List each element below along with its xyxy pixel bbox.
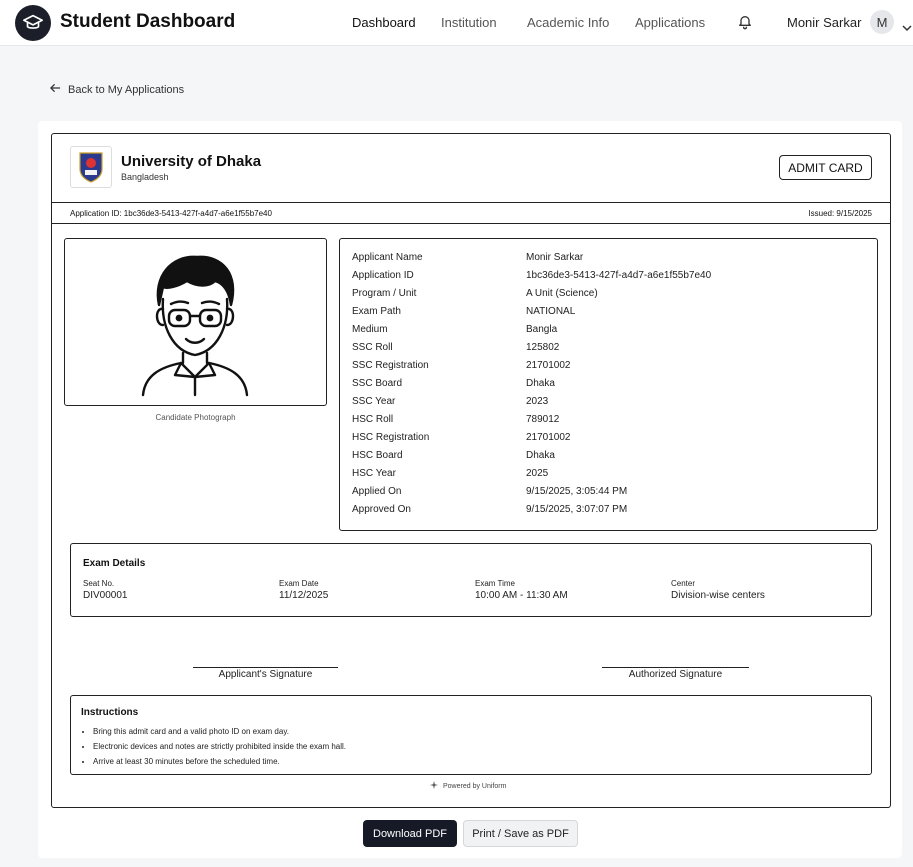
exam-field-value: Division-wise centers bbox=[671, 590, 765, 601]
exam-field-time: Exam Time 10:00 AM - 11:30 AM bbox=[475, 579, 568, 601]
applicant-details: Applicant Name Monir Sarkar Application I… bbox=[339, 238, 878, 531]
detail-label: Program / Unit bbox=[352, 288, 417, 299]
back-link-label: Back to My Applications bbox=[68, 83, 185, 96]
exam-details-title: Exam Details bbox=[83, 558, 146, 569]
detail-value: 9/15/2025, 3:05:44 PM bbox=[526, 486, 628, 497]
detail-label: HSC Board bbox=[352, 450, 403, 461]
instruction-item: Arrive at least 30 minutes before the sc… bbox=[93, 754, 346, 769]
detail-label: Exam Path bbox=[352, 306, 401, 317]
application-id-text: Application ID: 1bc36de3-5413-427f-a4d7-… bbox=[70, 209, 272, 218]
detail-value: 21701002 bbox=[526, 432, 571, 443]
detail-value: 2023 bbox=[526, 396, 549, 407]
instructions-box: Instructions Bring this admit card and a… bbox=[70, 695, 872, 775]
admit-card-badge: ADMIT CARD bbox=[779, 155, 872, 180]
exam-field-label: Exam Time bbox=[475, 579, 516, 588]
download-pdf-button[interactable]: Download PDF bbox=[363, 820, 457, 847]
detail-value: 125802 bbox=[526, 342, 560, 353]
nav-dashboard[interactable]: Dashboard bbox=[352, 15, 416, 30]
detail-value: Dhaka bbox=[526, 450, 555, 461]
detail-label: SSC Registration bbox=[352, 360, 429, 371]
powered-by-label: Powered by Uniform bbox=[443, 782, 507, 790]
avatar[interactable]: M bbox=[870, 10, 894, 34]
authorized-signature-line bbox=[602, 667, 749, 668]
exam-field-label: Center bbox=[671, 579, 696, 588]
top-navbar: Student Dashboard Dashboard Institution … bbox=[0, 0, 913, 46]
detail-label: SSC Year bbox=[352, 396, 396, 407]
detail-value: Dhaka bbox=[526, 378, 555, 389]
instructions-list: Bring this admit card and a valid photo … bbox=[93, 724, 346, 769]
graduation-cap-icon[interactable] bbox=[15, 5, 51, 41]
powered-by: Powered by Uniform bbox=[430, 781, 506, 791]
nav-institution[interactable]: Institution bbox=[441, 15, 497, 30]
detail-label: SSC Roll bbox=[352, 342, 393, 353]
detail-value: NATIONAL bbox=[526, 306, 576, 317]
detail-label: Applicant Name bbox=[352, 252, 423, 263]
university-name: University of Dhaka bbox=[121, 153, 262, 170]
sparkle-icon bbox=[430, 781, 438, 791]
detail-value: 9/15/2025, 3:07:07 PM bbox=[526, 504, 628, 515]
exam-field-label: Exam Date bbox=[279, 579, 319, 588]
detail-label: Approved On bbox=[352, 504, 411, 515]
nav-applications[interactable]: Applications bbox=[635, 15, 705, 30]
photo-caption: Candidate Photograph bbox=[155, 413, 236, 422]
detail-value: Monir Sarkar bbox=[526, 252, 584, 263]
detail-label: Medium bbox=[352, 324, 388, 335]
exam-details: Exam Details Seat No. DIV00001 Exam Date… bbox=[70, 543, 872, 617]
university-country: Bangladesh bbox=[121, 172, 169, 182]
exam-field-label: Seat No. bbox=[83, 579, 115, 588]
exam-field-value: 11/12/2025 bbox=[279, 590, 329, 601]
bell-icon[interactable] bbox=[737, 14, 753, 30]
chevron-down-icon[interactable] bbox=[902, 19, 912, 32]
exam-field-date: Exam Date 11/12/2025 bbox=[279, 579, 328, 601]
issued-date: Issued: 9/15/2025 bbox=[808, 209, 872, 218]
instruction-item: Bring this admit card and a valid photo … bbox=[93, 724, 346, 739]
applicant-signature-line bbox=[193, 667, 338, 668]
detail-label: Application ID bbox=[352, 270, 414, 281]
authorized-signature-label: Authorized Signature bbox=[628, 669, 723, 680]
detail-value: 2025 bbox=[526, 468, 549, 479]
detail-label: Applied On bbox=[352, 486, 402, 497]
instruction-item: Electronic devices and notes are strictl… bbox=[93, 739, 346, 754]
back-link[interactable]: Back to My Applications bbox=[50, 83, 184, 96]
detail-value: A Unit (Science) bbox=[526, 288, 598, 299]
detail-value: 1bc36de3-5413-427f-a4d7-a6e1f55b7e40 bbox=[526, 270, 712, 281]
exam-field-seat: Seat No. DIV00001 bbox=[83, 579, 127, 601]
application-id-strip: Application ID: 1bc36de3-5413-427f-a4d7-… bbox=[52, 202, 890, 224]
university-logo bbox=[70, 146, 112, 188]
arrow-left-icon bbox=[50, 83, 61, 96]
detail-label: SSC Board bbox=[352, 378, 403, 389]
detail-label: HSC Roll bbox=[352, 414, 394, 425]
print-save-pdf-button[interactable]: Print / Save as PDF bbox=[463, 820, 578, 847]
detail-value: 789012 bbox=[526, 414, 560, 425]
exam-field-center: Center Division-wise centers bbox=[671, 579, 765, 601]
nav-academic-info[interactable]: Academic Info bbox=[527, 15, 609, 30]
user-name[interactable]: Monir Sarkar bbox=[787, 15, 861, 30]
candidate-photo bbox=[64, 238, 327, 406]
exam-field-value: DIV00001 bbox=[83, 590, 128, 601]
exam-field-value: 10:00 AM - 11:30 AM bbox=[475, 590, 568, 601]
detail-value: 21701002 bbox=[526, 360, 571, 371]
applicant-signature-label: Applicant's Signature bbox=[218, 669, 313, 680]
detail-label: HSC Registration bbox=[352, 432, 430, 443]
detail-label: HSC Year bbox=[352, 468, 396, 479]
brand-title[interactable]: Student Dashboard bbox=[60, 11, 235, 33]
detail-value: Bangla bbox=[526, 324, 558, 335]
instructions-title: Instructions bbox=[81, 707, 139, 718]
